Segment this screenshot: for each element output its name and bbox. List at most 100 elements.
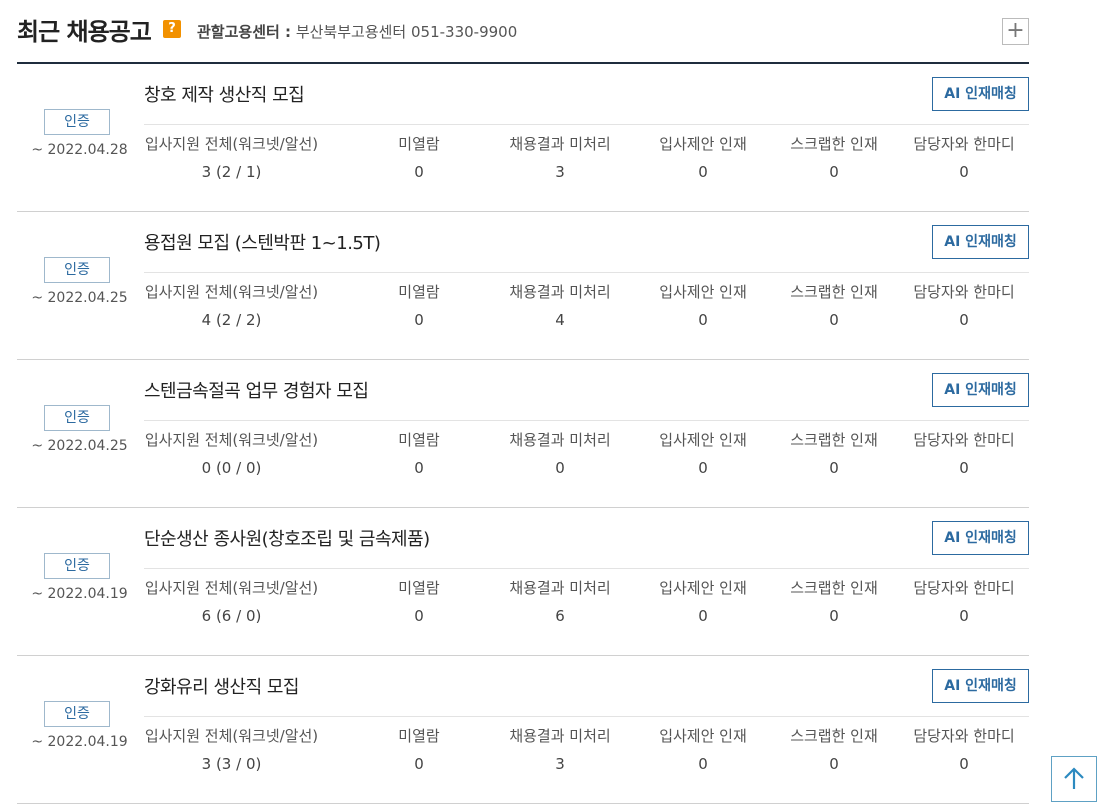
stat-value[interactable]: 0 <box>354 458 484 478</box>
stat-total-applicants: 입사지원 전체(워크넷/알선) 3 (2 / 1) <box>144 134 319 204</box>
stat-unread: 미열람 0 <box>354 134 484 204</box>
job-item: 인증 ~ 2022.04.19 강화유리 생산직 모집 AI 인재매칭 입사지원… <box>17 656 1029 804</box>
deadline-date: ~ 2022.04.28 <box>31 142 128 158</box>
job-stats: 입사지원 전체(워크넷/알선) 4 (2 / 2) 미열람 0 채용결과 미처리 4 … <box>144 282 1029 352</box>
stat-value[interactable]: 0 <box>638 310 768 330</box>
stat-messages: 담당자와 한마디 0 <box>899 134 1029 204</box>
stat-value[interactable]: 0 <box>899 754 1029 774</box>
certified-badge: 인증 <box>44 701 110 727</box>
stat-label: 입사제안 인재 <box>659 579 747 597</box>
stat-label: 입사지원 전체(워크넷/알선) <box>144 727 319 745</box>
job-title-link[interactable]: 스텐금속절곡 업무 경험자 모집 <box>144 377 369 403</box>
ai-matching-button[interactable]: AI 인재매칭 <box>932 373 1029 407</box>
stat-unread: 미열람 0 <box>354 726 484 796</box>
stat-total-applicants: 입사지원 전체(워크넷/알선) 3 (3 / 0) <box>144 726 319 796</box>
stat-scrapped: 스크랩한 인재 0 <box>769 430 899 500</box>
stat-messages: 담당자와 한마디 0 <box>899 726 1029 796</box>
deadline-date: ~ 2022.04.19 <box>31 586 128 602</box>
stat-value[interactable]: 3 (2 / 1) <box>144 162 319 182</box>
ai-matching-button[interactable]: AI 인재매칭 <box>932 225 1029 259</box>
certified-badge: 인증 <box>44 109 110 135</box>
job-meta: 인증 ~ 2022.04.28 <box>17 64 142 212</box>
stat-offers: 입사제안 인재 0 <box>638 726 768 796</box>
stat-total-applicants: 입사지원 전체(워크넷/알선) 0 (0 / 0) <box>144 430 319 500</box>
stat-value[interactable]: 3 (3 / 0) <box>144 754 319 774</box>
job-title-link[interactable]: 용접원 모집 (스텐박판 1~1.5T) <box>144 229 381 255</box>
stat-unprocessed: 채용결과 미처리 3 <box>490 134 630 204</box>
certified-badge: 인증 <box>44 553 110 579</box>
stat-value[interactable]: 0 <box>899 606 1029 626</box>
stat-label: 입사지원 전체(워크넷/알선) <box>144 431 319 449</box>
job-item: 인증 ~ 2022.04.25 용접원 모집 (스텐박판 1~1.5T) AI … <box>17 212 1029 360</box>
stat-unprocessed: 채용결과 미처리 0 <box>490 430 630 500</box>
stat-value[interactable]: 4 (2 / 2) <box>144 310 319 330</box>
stat-value[interactable]: 0 <box>899 310 1029 330</box>
stat-value[interactable]: 0 <box>769 458 899 478</box>
stat-value[interactable]: 3 <box>490 162 630 182</box>
job-title-link[interactable]: 단순생산 종사원(창호조립 및 금속제품) <box>144 525 430 551</box>
stat-value[interactable]: 0 <box>899 162 1029 182</box>
job-meta: 인증 ~ 2022.04.19 <box>17 508 142 656</box>
stat-value[interactable]: 0 <box>769 310 899 330</box>
section-header: 최근 채용공고 ? 관할고용센터 : 부산북부고용센터 051-330-9900… <box>17 8 1029 64</box>
stat-label: 담당자와 한마디 <box>913 135 1015 153</box>
stat-unread: 미열람 0 <box>354 282 484 352</box>
stat-value[interactable]: 0 <box>354 310 484 330</box>
stat-offers: 입사제안 인재 0 <box>638 134 768 204</box>
scroll-to-top-button[interactable] <box>1051 756 1097 802</box>
stat-value[interactable]: 0 <box>354 606 484 626</box>
job-title-link[interactable]: 창호 제작 생산직 모집 <box>144 81 305 107</box>
stat-messages: 담당자와 한마디 0 <box>899 430 1029 500</box>
divider <box>144 124 1029 125</box>
job-item: 인증 ~ 2022.04.25 스텐금속절곡 업무 경험자 모집 AI 인재매칭… <box>17 360 1029 508</box>
stat-value[interactable]: 0 <box>769 162 899 182</box>
stat-value[interactable]: 0 <box>769 754 899 774</box>
ai-matching-button[interactable]: AI 인재매칭 <box>932 77 1029 111</box>
stat-label: 채용결과 미처리 <box>509 579 611 597</box>
stat-scrapped: 스크랩한 인재 0 <box>769 282 899 352</box>
stat-value[interactable]: 0 <box>638 606 768 626</box>
job-title-link[interactable]: 강화유리 생산직 모집 <box>144 673 299 699</box>
stat-total-applicants: 입사지원 전체(워크넷/알선) 4 (2 / 2) <box>144 282 319 352</box>
job-list: 인증 ~ 2022.04.28 창호 제작 생산직 모집 AI 인재매칭 입사지… <box>17 64 1029 804</box>
stat-value[interactable]: 0 <box>354 162 484 182</box>
deadline-date: ~ 2022.04.25 <box>31 438 128 454</box>
stat-value[interactable]: 0 <box>638 458 768 478</box>
stat-label: 입사제안 인재 <box>659 135 747 153</box>
certified-badge: 인증 <box>44 405 110 431</box>
stat-value[interactable]: 0 (0 / 0) <box>144 458 319 478</box>
ai-matching-button[interactable]: AI 인재매칭 <box>932 669 1029 703</box>
plus-icon[interactable]: + <box>1002 18 1029 45</box>
stat-messages: 담당자와 한마디 0 <box>899 282 1029 352</box>
stat-value[interactable]: 0 <box>638 754 768 774</box>
stat-label: 미열람 <box>398 135 440 153</box>
stat-value[interactable]: 4 <box>490 310 630 330</box>
stat-label: 미열람 <box>398 579 440 597</box>
stat-value[interactable]: 0 <box>769 606 899 626</box>
stat-value[interactable]: 0 <box>899 458 1029 478</box>
stat-label: 채용결과 미처리 <box>509 727 611 745</box>
stat-scrapped: 스크랩한 인재 0 <box>769 134 899 204</box>
deadline-date: ~ 2022.04.19 <box>31 734 128 750</box>
stat-label: 스크랩한 인재 <box>790 431 878 449</box>
job-meta: 인증 ~ 2022.04.25 <box>17 212 142 360</box>
jurisdiction-center: 관할고용센터 : 부산북부고용센터 051-330-9900 <box>197 21 517 42</box>
stat-value[interactable]: 0 <box>490 458 630 478</box>
ai-matching-button[interactable]: AI 인재매칭 <box>932 521 1029 555</box>
question-icon[interactable]: ? <box>163 20 181 38</box>
stat-label: 스크랩한 인재 <box>790 727 878 745</box>
job-stats: 입사지원 전체(워크넷/알선) 6 (6 / 0) 미열람 0 채용결과 미처리 6 … <box>144 578 1029 648</box>
stat-messages: 담당자와 한마디 0 <box>899 578 1029 648</box>
stat-value[interactable]: 3 <box>490 754 630 774</box>
stat-label: 스크랩한 인재 <box>790 579 878 597</box>
stat-label: 채용결과 미처리 <box>509 283 611 301</box>
stat-offers: 입사제안 인재 0 <box>638 430 768 500</box>
stat-value[interactable]: 6 (6 / 0) <box>144 606 319 626</box>
job-item: 인증 ~ 2022.04.19 단순생산 종사원(창호조립 및 금속제품) AI… <box>17 508 1029 656</box>
stat-value[interactable]: 0 <box>638 162 768 182</box>
stat-value[interactable]: 0 <box>354 754 484 774</box>
stat-unprocessed: 채용결과 미처리 4 <box>490 282 630 352</box>
stat-value[interactable]: 6 <box>490 606 630 626</box>
stat-offers: 입사제안 인재 0 <box>638 578 768 648</box>
stat-label: 채용결과 미처리 <box>509 431 611 449</box>
